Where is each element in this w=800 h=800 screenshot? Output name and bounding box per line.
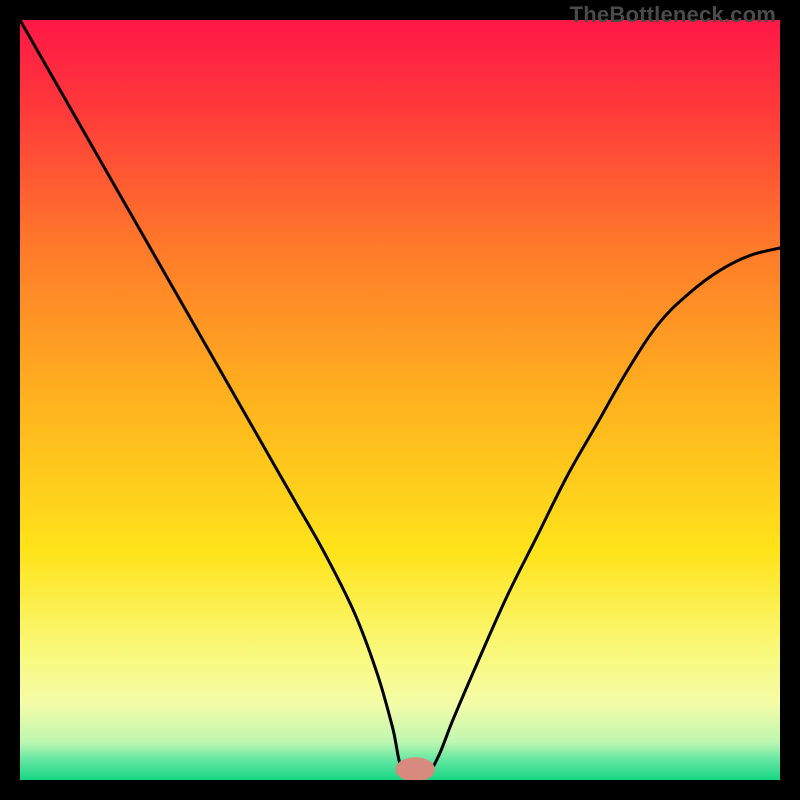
chart-frame — [20, 20, 780, 780]
watermark-text: TheBottleneck.com — [570, 2, 776, 28]
gradient-background — [20, 20, 780, 780]
bottleneck-chart — [20, 20, 780, 780]
